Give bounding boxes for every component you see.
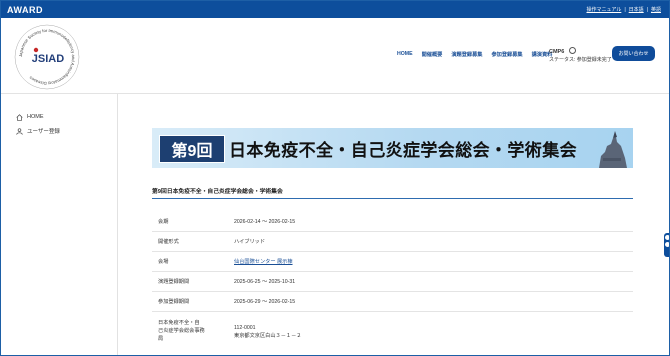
sidebar-item-label: HOME (27, 114, 44, 120)
row-label: 演題登録期間 (158, 279, 190, 285)
row-label: 会場 (158, 259, 169, 265)
side-scroll-widget[interactable] (664, 233, 669, 257)
separator: | (646, 6, 648, 13)
main-nav: HOME 開催概要 演題登録募集 参加登録募集 講演資料 (397, 51, 561, 58)
registration-status: ステータス: 参加登録未完了 (549, 57, 612, 63)
table-row: 参加登録期間 2025-06-29 ～ 2026-02-15 (152, 292, 633, 312)
row-value: ハイブリッド (234, 239, 266, 245)
title-divider (152, 198, 633, 199)
banner-badge: 第9回 (159, 135, 225, 163)
nav-overview[interactable]: 開催概要 (422, 51, 443, 58)
sidebar: HOME ユーザー登録 (1, 94, 118, 355)
event-banner: 第9回 日本免疫不全・自己炎症学会総会・学術集会 (152, 128, 633, 168)
row-label: 参加登録期間 (158, 299, 190, 305)
row-value: 2026-02-14 ～ 2026-02-15 (234, 219, 296, 225)
logo-text: JSIAD (32, 53, 64, 65)
table-row: 開催形式 ハイブリッド (152, 232, 633, 252)
logout-icon[interactable] (568, 47, 576, 54)
row-label-line: 日本免疫不全・自 (158, 320, 200, 326)
jsiad-logo[interactable]: Japanese Society for Immunodeficiency an… (13, 23, 81, 91)
postal-code: 112-0001 (234, 325, 256, 331)
row-label-line: 己炎症学会総会事務 (158, 328, 205, 334)
event-title: 第9回日本免疫不全・自己炎症学会総会・学術集会 (152, 189, 283, 195)
row-label: 日本免疫不全・自 己炎症学会総会事務 局 (152, 319, 234, 353)
account-name: CMP6 (549, 49, 565, 55)
row-value: 2025-06-29 ～ 2026-02-15 (234, 299, 296, 305)
main-content: 第9回 日本免疫不全・自己炎症学会総会・学術集会 第9回日本免疫不全・自己炎症学… (118, 94, 669, 355)
table-row: 会期 2026-02-14 ～ 2026-02-15 (152, 212, 633, 232)
widget-dot (665, 242, 669, 247)
brand-name: AWARD (7, 4, 43, 15)
nav-home[interactable]: HOME (397, 51, 413, 58)
account-status: CMP6 ステータス: 参加登録未完了 (549, 46, 612, 64)
row-label-line: 局 (158, 336, 164, 342)
app-window: AWARD 操作マニュアル | 日本語 | 英語 Japanese Societ… (0, 0, 670, 356)
sidebar-item-user-registration[interactable]: ユーザー登録 (1, 124, 117, 138)
site-header: Japanese Society for Immunodeficiency an… (1, 18, 669, 94)
japanese-link[interactable]: 日本語 (629, 6, 644, 13)
banner-title: 日本免疫不全・自己炎症学会総会・学術集会 (229, 141, 577, 160)
table-row: 会場 仙台国際センター 展示棟 (152, 252, 633, 272)
statue-illustration (599, 131, 627, 168)
top-bar: AWARD 操作マニュアル | 日本語 | 英語 (1, 1, 669, 18)
event-info-table: 会期 2026-02-14 ～ 2026-02-15 開催形式 ハイブリッド 会… (152, 212, 633, 353)
manual-link[interactable]: 操作マニュアル (586, 6, 621, 13)
widget-dot (665, 235, 669, 240)
table-row: 日本免疫不全・自 己炎症学会総会事務 局 112-0001 東京都文京区白山３－… (152, 312, 633, 353)
sidebar-item-label: ユーザー登録 (27, 129, 60, 135)
separator: | (624, 6, 626, 13)
sidebar-item-home[interactable]: HOME (1, 110, 117, 124)
address: 東京都文京区白山３－１－２ (234, 333, 302, 339)
nav-abstract[interactable]: 演題登録募集 (451, 51, 482, 58)
row-label: 開催形式 (158, 239, 179, 245)
row-value: 112-0001 東京都文京区白山３－１－２ (234, 319, 633, 353)
venue-link[interactable]: 仙台国際センター 展示棟 (234, 258, 633, 265)
nav-registration[interactable]: 参加登録募集 (491, 51, 522, 58)
user-icon (16, 127, 23, 135)
top-links: 操作マニュアル | 日本語 | 英語 (586, 6, 661, 14)
contact-button[interactable]: お問い合わせ (612, 46, 655, 61)
table-row: 演題登録期間 2025-06-25 ～ 2025-10-31 (152, 272, 633, 292)
row-value: 2025-06-25 ～ 2025-10-31 (234, 279, 296, 285)
row-label: 会期 (158, 219, 169, 225)
home-icon (16, 113, 23, 121)
english-link[interactable]: 英語 (651, 6, 661, 13)
